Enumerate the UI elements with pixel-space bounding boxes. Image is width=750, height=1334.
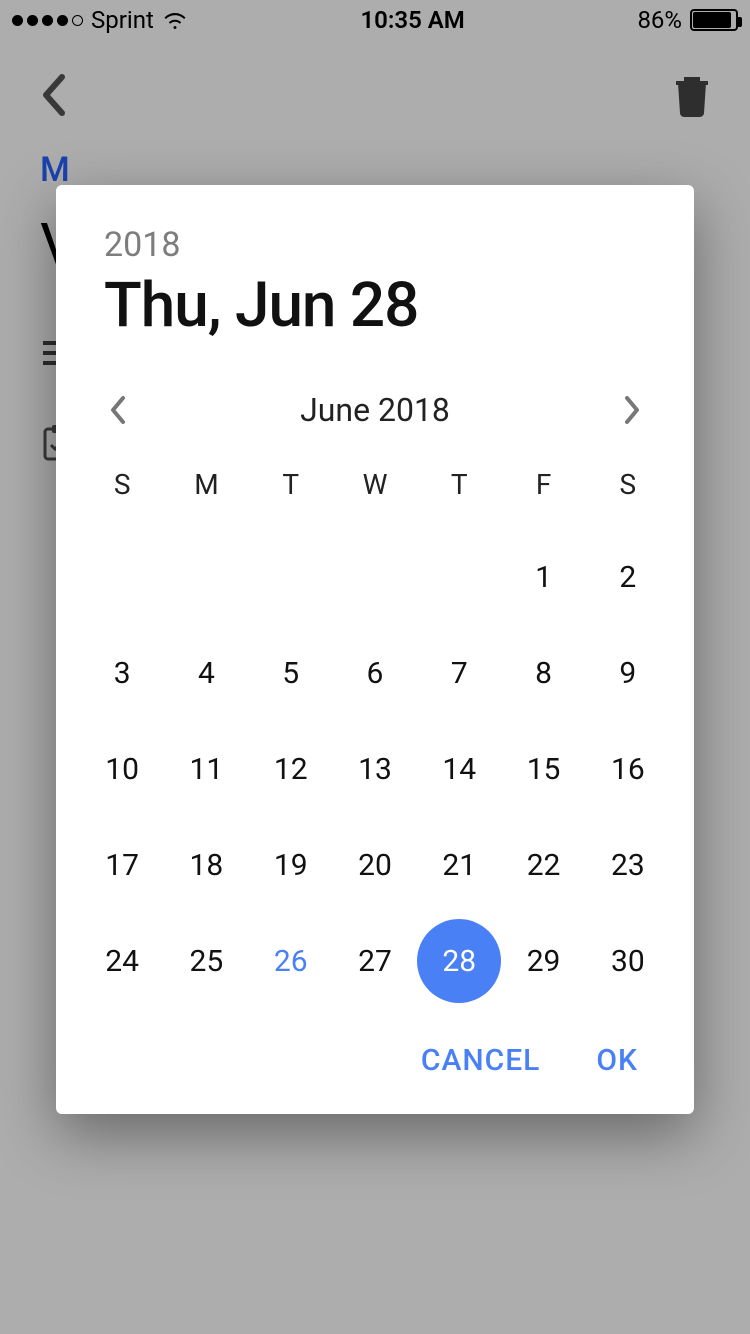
calendar-day[interactable]: 15 [501, 721, 585, 817]
calendar-blank [417, 529, 501, 625]
calendar-day[interactable]: 5 [249, 625, 333, 721]
weekday-header: W [333, 450, 417, 529]
calendar-day[interactable]: 27 [333, 913, 417, 1009]
weekday-header: F [501, 450, 585, 529]
month-label: June 2018 [300, 391, 450, 429]
weekday-header: T [249, 450, 333, 529]
calendar-blank [249, 529, 333, 625]
weekday-header: M [164, 450, 248, 529]
next-month-button[interactable] [612, 390, 652, 430]
calendar-day[interactable]: 10 [80, 721, 164, 817]
calendar-day[interactable]: 22 [501, 817, 585, 913]
calendar-day[interactable]: 6 [333, 625, 417, 721]
calendar-day[interactable]: 18 [164, 817, 248, 913]
month-navigation: June 2018 [56, 390, 694, 450]
prev-month-button[interactable] [98, 390, 138, 430]
ok-button[interactable]: OK [596, 1043, 638, 1078]
calendar-day[interactable]: 23 [586, 817, 670, 913]
calendar-day[interactable]: 11 [164, 721, 248, 817]
calendar-day[interactable]: 3 [80, 625, 164, 721]
calendar-day[interactable]: 1 [501, 529, 585, 625]
calendar-day[interactable]: 29 [501, 913, 585, 1009]
calendar-blank [80, 529, 164, 625]
calendar-blank [333, 529, 417, 625]
dialog-actions: CANCEL OK [56, 1009, 694, 1078]
calendar-day[interactable]: 12 [249, 721, 333, 817]
calendar-grid: SMTWTFS123456789101112131415161718192021… [56, 450, 694, 1009]
calendar-day[interactable]: 4 [164, 625, 248, 721]
weekday-header: S [80, 450, 164, 529]
calendar-day[interactable]: 20 [333, 817, 417, 913]
calendar-day[interactable]: 25 [164, 913, 248, 1009]
weekday-header: T [417, 450, 501, 529]
calendar-day[interactable]: 30 [586, 913, 670, 1009]
calendar-day[interactable]: 16 [586, 721, 670, 817]
weekday-header: S [586, 450, 670, 529]
calendar-day[interactable]: 9 [586, 625, 670, 721]
calendar-day[interactable]: 28 [417, 913, 501, 1009]
calendar-blank [164, 529, 248, 625]
calendar-day[interactable]: 7 [417, 625, 501, 721]
year-selector[interactable]: 2018 [104, 225, 646, 265]
selected-date-label: Thu, Jun 28 [104, 269, 646, 342]
date-picker-dialog: 2018 Thu, Jun 28 June 2018 SMTWTFS123456… [56, 185, 694, 1114]
calendar-day[interactable]: 2 [586, 529, 670, 625]
calendar-day[interactable]: 24 [80, 913, 164, 1009]
calendar-day[interactable]: 17 [80, 817, 164, 913]
cancel-button[interactable]: CANCEL [421, 1043, 541, 1078]
calendar-day[interactable]: 26 [249, 913, 333, 1009]
calendar-day[interactable]: 13 [333, 721, 417, 817]
calendar-day[interactable]: 8 [501, 625, 585, 721]
calendar-day[interactable]: 14 [417, 721, 501, 817]
calendar-day[interactable]: 19 [249, 817, 333, 913]
calendar-day[interactable]: 21 [417, 817, 501, 913]
modal-scrim[interactable]: 2018 Thu, Jun 28 June 2018 SMTWTFS123456… [0, 0, 750, 1334]
